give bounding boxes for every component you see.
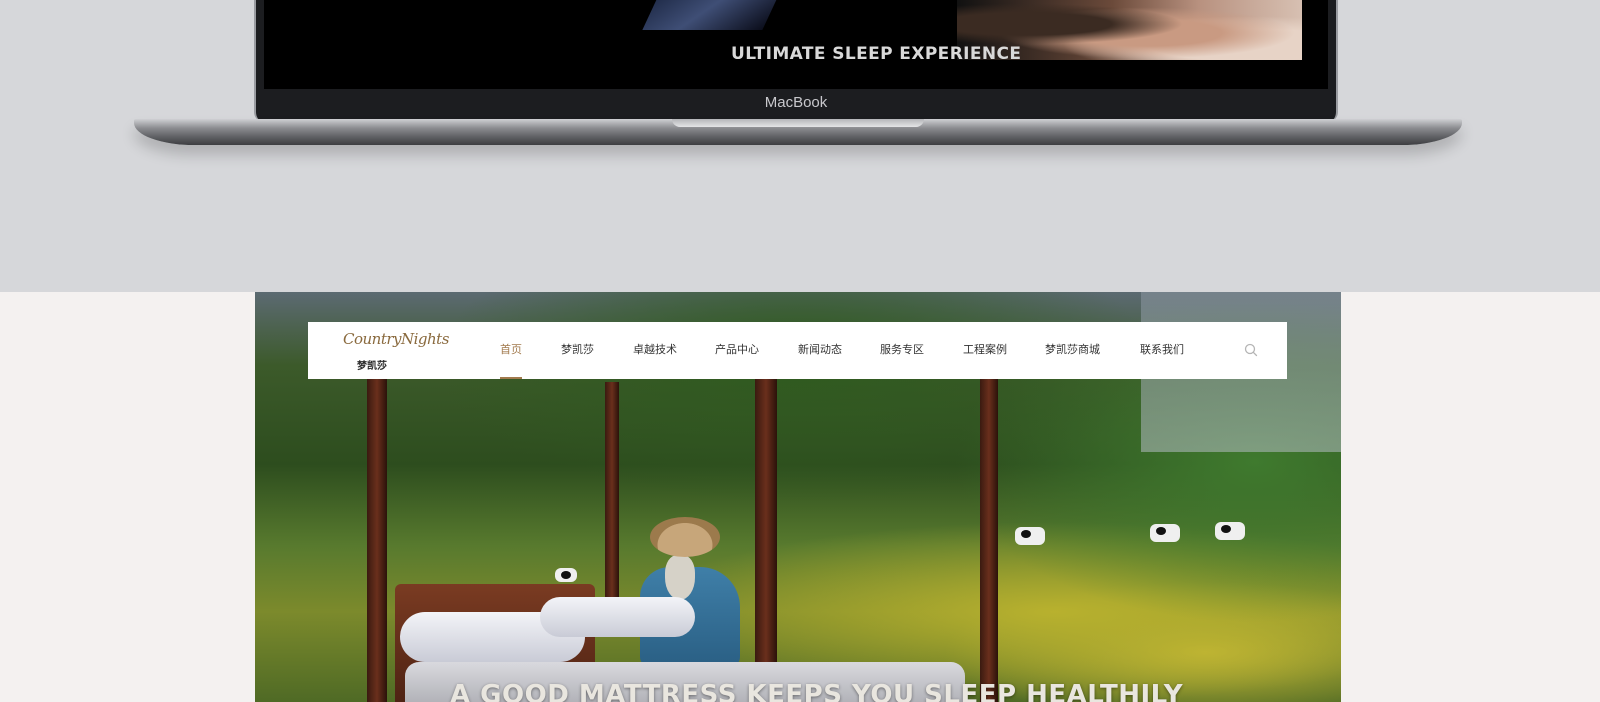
hero-headline: A GOOD MATTRESS KEEPS YOU SLEEP HEALTHIL… bbox=[450, 680, 1184, 702]
pillow bbox=[540, 597, 695, 637]
nav-item-contact[interactable]: 联系我们 bbox=[1140, 322, 1184, 379]
laptop-screen-content: ULTIMATE SLEEP EXPERIENCE bbox=[264, 0, 1328, 89]
nav-item-mall[interactable]: 梦凯莎商城 bbox=[1045, 322, 1100, 379]
cow-image bbox=[555, 568, 577, 582]
site-navbar: CountryNights 梦凯莎 首页 梦凯莎 卓越技术 产品中心 新闻动态 … bbox=[308, 322, 1287, 379]
bed-post bbox=[367, 372, 387, 702]
nav-item-service[interactable]: 服务专区 bbox=[880, 322, 924, 379]
laptop-screen: ULTIMATE SLEEP EXPERIENCE MacBook bbox=[254, 0, 1338, 122]
farmer-beard bbox=[665, 555, 695, 600]
bed-post bbox=[605, 382, 619, 602]
nav-item-technology[interactable]: 卓越技术 bbox=[633, 322, 677, 379]
nav-item-products[interactable]: 产品中心 bbox=[715, 322, 759, 379]
laptop-brand-label: MacBook bbox=[764, 94, 828, 111]
nav-menu: 首页 梦凯莎 卓越技术 产品中心 新闻动态 服务专区 工程案例 梦凯莎商城 联系… bbox=[308, 322, 1287, 379]
screen-graphic bbox=[642, 0, 786, 30]
bed-post bbox=[980, 377, 998, 702]
nav-item-home[interactable]: 首页 bbox=[500, 322, 522, 379]
nav-item-brand[interactable]: 梦凯莎 bbox=[561, 322, 594, 379]
laptop-notch bbox=[672, 119, 924, 127]
nav-item-news[interactable]: 新闻动态 bbox=[798, 322, 842, 379]
cow-image bbox=[1215, 522, 1245, 540]
nav-item-cases[interactable]: 工程案例 bbox=[963, 322, 1007, 379]
bed-post bbox=[755, 372, 777, 702]
mockup-band: ULTIMATE SLEEP EXPERIENCE MacBook bbox=[0, 0, 1600, 292]
website-preview: A GOOD MATTRESS KEEPS YOU SLEEP HEALTHIL… bbox=[255, 292, 1341, 702]
search-icon[interactable] bbox=[1243, 342, 1259, 358]
screen-headline: ULTIMATE SLEEP EXPERIENCE bbox=[731, 44, 1022, 64]
farmer-hat bbox=[650, 517, 720, 557]
cow-image bbox=[1150, 524, 1180, 542]
cow-image bbox=[1015, 527, 1045, 545]
